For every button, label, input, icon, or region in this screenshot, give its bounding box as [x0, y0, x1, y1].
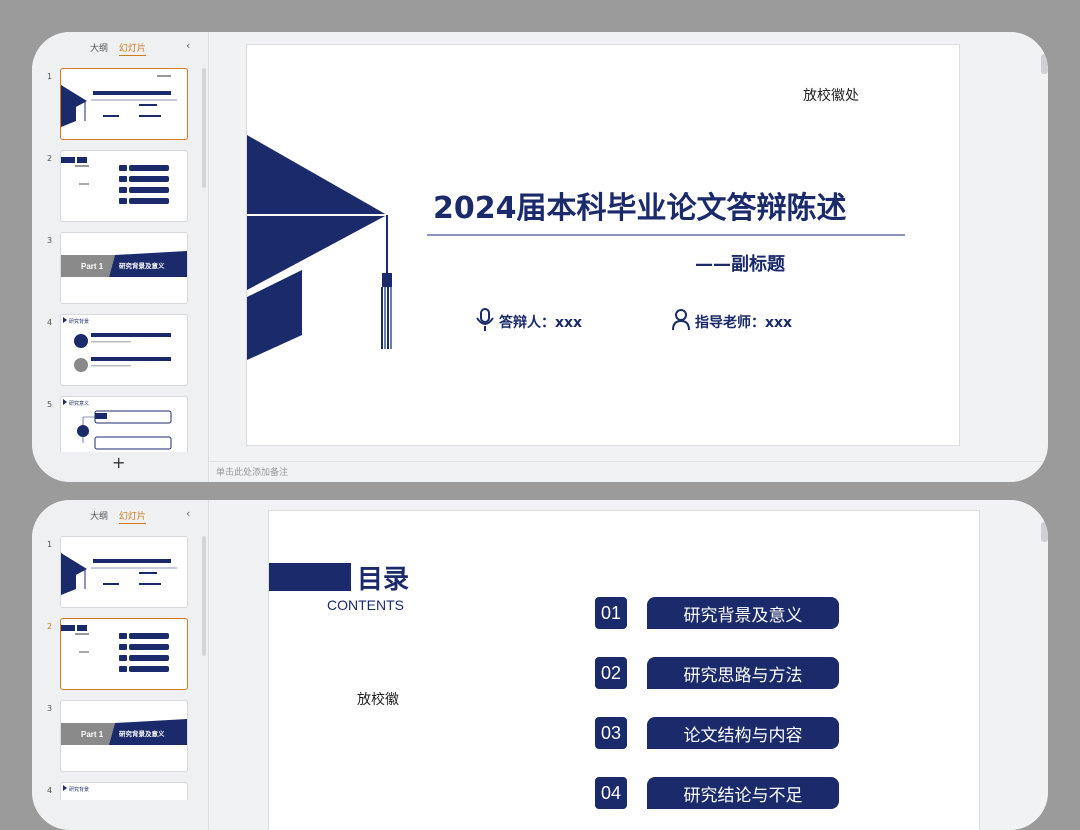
current-slide-1[interactable]: 放校徽处 2024届本科毕业论文答辩陈述 ——副标题 答辩人：xxx 指导老师：… — [246, 44, 960, 446]
slide-number: 5 — [47, 400, 53, 409]
thumbnail-row: 3 Part 1 研究背景及意义 — [32, 232, 208, 314]
thumb-part-title: 研究背景及意义 — [119, 261, 165, 270]
tab-outline[interactable]: 大纲 — [90, 44, 108, 54]
thumbnail-row: 3 Part 1 研究背景及意义 — [32, 700, 208, 782]
thumbnail-row: 2 — [32, 618, 208, 700]
thumbnail-row: 4 研究背景 — [32, 782, 208, 800]
current-slide-2[interactable]: 目录 CONTENTS 放校徽 01 研究背景及意义 02 研究思路与方法 03 论文结构… — [268, 510, 980, 830]
toc-item-number: 03 — [595, 717, 627, 749]
thumbnail-preview: 研究意义 — [63, 399, 172, 450]
toc-title-en: CONTENTS — [327, 597, 404, 613]
panel-tabs: 大纲 幻灯片 — [90, 509, 154, 524]
slide-panel: 大纲 幻灯片 ‹ 1 — [32, 32, 208, 482]
thumbnail-slide-5[interactable]: 研究意义 — [60, 396, 188, 452]
slide-canvas: 放校徽处 2024届本科毕业论文答辩陈述 ——副标题 答辩人：xxx 指导老师：… — [209, 32, 1048, 482]
slide-canvas: 目录 CONTENTS 放校徽 01 研究背景及意义 02 研究思路与方法 03 论文结构… — [209, 500, 1048, 830]
thumb-slide-title: 研究意义 — [69, 400, 89, 407]
toc-item-number: 02 — [595, 657, 627, 689]
thumb-part-label: Part 1 — [81, 262, 104, 271]
canvas-scrollbar[interactable] — [1041, 54, 1048, 74]
editor-window-2: 大纲 幻灯片 ‹ 1 2 3 Part 1 研究背景及意义 4 研究背景 目录 … — [32, 500, 1048, 830]
add-slide-button[interactable]: + — [112, 453, 125, 472]
grad-cap-graphic — [247, 135, 905, 360]
thumb-part-label: Part 1 — [81, 730, 104, 739]
thumbnail-list: 1 2 — [32, 536, 208, 800]
advisor-label: 指导老师：xxx — [695, 315, 793, 331]
thumbnail-preview: Part 1 研究背景及意义 — [61, 719, 187, 745]
editor-window-1: 大纲 幻灯片 ‹ 1 2 3 Part 1 研究背景及意义 4 研究背景 5 研… — [32, 32, 1048, 482]
notes-placeholder[interactable]: 单击此处添加备注 — [216, 465, 288, 478]
thumbnail-preview — [61, 625, 169, 672]
toc-item-number: 04 — [595, 777, 627, 809]
thumbnail-preview: 研究背景 — [63, 785, 89, 793]
thumbnail-row: 5 研究意义 — [32, 396, 208, 452]
toc-item-label[interactable]: 研究思路与方法 — [647, 657, 839, 689]
canvas-scrollbar[interactable] — [1041, 522, 1048, 542]
toc-title: 目录 — [357, 565, 410, 595]
thumbnail-row: 1 — [32, 68, 208, 150]
slide-number: 2 — [47, 154, 53, 163]
slide-panel: 大纲 幻灯片 ‹ 1 — [32, 500, 208, 830]
thumbnail-list: 1 2 — [32, 68, 208, 452]
collapse-panel-icon[interactable]: ‹ — [186, 39, 190, 52]
slide-number: 2 — [47, 622, 53, 631]
thumbnail-slide-2[interactable] — [60, 150, 188, 222]
logo-placeholder: 放校徽 — [357, 692, 399, 708]
thumbnail-row: 4 研究背景 — [32, 314, 208, 396]
thumbnail-slide-4[interactable]: 研究背景 — [60, 782, 188, 800]
tab-slides[interactable]: 幻灯片 — [118, 44, 146, 56]
thumbnail-row: 2 — [32, 150, 208, 232]
notes-divider — [209, 461, 1048, 462]
slide-number: 4 — [47, 318, 53, 327]
toc-item-label[interactable]: 研究结论与不足 — [647, 777, 839, 809]
thumbnail-row: 1 — [32, 536, 208, 618]
thumbnail-slide-3[interactable]: Part 1 研究背景及意义 — [60, 232, 188, 304]
slide-number: 3 — [47, 704, 53, 713]
thumbnail-slide-1[interactable] — [60, 68, 188, 140]
thumb-slide-title: 研究背景 — [69, 786, 89, 793]
title-bar-block — [269, 563, 351, 591]
thumbnail-slide-4[interactable]: 研究背景 — [60, 314, 188, 386]
thumbnail-preview — [61, 157, 169, 204]
collapse-panel-icon[interactable]: ‹ — [186, 507, 190, 520]
thumbnail-slide-3[interactable]: Part 1 研究背景及意义 — [60, 700, 188, 772]
slide-number: 1 — [47, 540, 53, 549]
slide-number: 3 — [47, 236, 53, 245]
toc-item-label[interactable]: 论文结构与内容 — [647, 717, 839, 749]
logo-placeholder: 放校徽处 — [803, 88, 859, 104]
thumbnail-slide-1[interactable] — [60, 536, 188, 608]
thumbnail-slide-2[interactable] — [60, 618, 188, 690]
microphone-icon — [476, 308, 494, 331]
thumb-part-title: 研究背景及意义 — [119, 729, 165, 738]
defender-label: 答辩人：xxx — [499, 315, 583, 331]
tab-outline[interactable]: 大纲 — [90, 512, 108, 522]
toc-item-number: 01 — [595, 597, 627, 629]
thumbnail-preview: 研究背景 — [63, 317, 171, 372]
panel-tabs: 大纲 幻灯片 — [90, 41, 154, 56]
thumbnail-preview — [61, 553, 177, 595]
slide-number: 1 — [47, 72, 53, 81]
slide-subtitle: ——副标题 — [695, 254, 785, 275]
toc-item-label[interactable]: 研究背景及意义 — [647, 597, 839, 629]
slide-title: 2024届本科毕业论文答辩陈述 — [433, 191, 847, 226]
thumbnail-preview — [61, 75, 177, 127]
thumbnail-preview: Part 1 研究背景及意义 — [61, 251, 187, 277]
person-icon — [672, 309, 690, 331]
slide-number: 4 — [47, 786, 53, 795]
tab-slides[interactable]: 幻灯片 — [118, 512, 146, 524]
thumb-slide-title: 研究背景 — [69, 318, 89, 325]
